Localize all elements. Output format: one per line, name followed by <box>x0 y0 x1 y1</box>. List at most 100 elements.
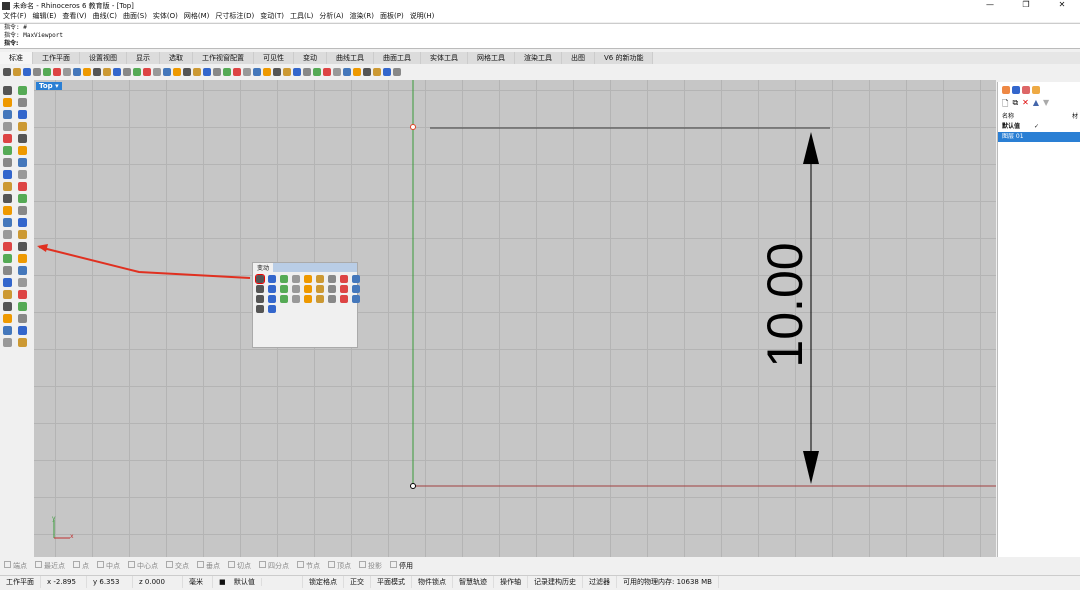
left-tool-icon[interactable] <box>3 158 12 167</box>
left-tool-icon[interactable] <box>3 314 12 323</box>
tab[interactable]: 变动 <box>294 52 327 64</box>
left-tool-icon[interactable] <box>3 254 12 263</box>
close-button[interactable]: ✕ <box>1044 0 1080 9</box>
transform-tool-icon[interactable] <box>268 275 276 283</box>
menu-item[interactable]: 编辑(E) <box>30 11 60 22</box>
osnap-checkbox[interactable]: 端点 <box>4 561 27 571</box>
toolbar-tool-icon[interactable] <box>283 68 291 76</box>
toolbar-tool-icon[interactable] <box>393 68 401 76</box>
tab[interactable]: 网格工具 <box>468 52 515 64</box>
cplane-label[interactable]: 工作平面 <box>0 575 41 588</box>
status-toggle[interactable]: 智慧轨迹 <box>453 575 494 588</box>
left-tool-icon[interactable] <box>3 170 12 179</box>
osnap-checkbox[interactable]: 节点 <box>297 561 320 571</box>
toolbar-tool-icon[interactable] <box>243 68 251 76</box>
menu-item[interactable]: 曲线(C) <box>90 11 120 22</box>
left-tool-icon[interactable] <box>18 206 27 215</box>
toolbar-tool-icon[interactable] <box>143 68 151 76</box>
left-tool-icon[interactable] <box>3 182 12 191</box>
status-toggle[interactable]: 可用的物理内存: 10638 MB <box>617 575 719 588</box>
toolbar-tool-icon[interactable] <box>153 68 161 76</box>
left-tool-icon[interactable] <box>18 326 27 335</box>
transform-tool-icon[interactable] <box>256 285 264 293</box>
left-tool-icon[interactable] <box>3 122 12 131</box>
transform-tool-icon[interactable] <box>304 285 312 293</box>
tab[interactable]: 出图 <box>562 52 595 64</box>
tab[interactable]: 工作平面 <box>33 52 80 64</box>
transform-tool-icon[interactable] <box>328 285 336 293</box>
layer-row-default[interactable]: 默认值 ✓ <box>998 122 1080 132</box>
toolbar-tool-icon[interactable] <box>253 68 261 76</box>
toolbar-tool-icon[interactable] <box>173 68 181 76</box>
menu-item[interactable]: 渲染(R) <box>347 11 377 22</box>
transform-tool-icon[interactable] <box>340 285 348 293</box>
left-tool-icon[interactable] <box>18 98 27 107</box>
left-tool-icon[interactable] <box>3 326 12 335</box>
materials-tab-icon[interactable] <box>1032 86 1040 94</box>
left-tool-icon[interactable] <box>3 98 12 107</box>
left-tool-icon[interactable] <box>18 278 27 287</box>
left-tool-icon[interactable] <box>3 134 12 143</box>
osnap-checkbox[interactable]: 顶点 <box>328 561 351 571</box>
new-layer-icon[interactable]: 🗋 <box>1002 98 1008 112</box>
transform-tool-icon[interactable] <box>352 295 360 303</box>
copy-layer-icon[interactable]: ⧉ <box>1012 98 1018 112</box>
toolbar-tool-icon[interactable] <box>273 68 281 76</box>
status-toggle[interactable]: 锁定格点 <box>303 575 344 588</box>
tab[interactable]: 可见性 <box>254 52 294 64</box>
toolbar-tool-icon[interactable] <box>33 68 41 76</box>
transform-tool-icon[interactable] <box>352 285 360 293</box>
toolbar-tool-icon[interactable] <box>363 68 371 76</box>
menu-item[interactable]: 实体(O) <box>150 11 181 22</box>
left-tool-icon[interactable] <box>18 302 27 311</box>
osnap-checkbox[interactable]: 点 <box>73 561 89 571</box>
render-tab-icon[interactable] <box>1022 86 1030 94</box>
toolbar-tool-icon[interactable] <box>193 68 201 76</box>
left-tool-icon[interactable] <box>18 218 27 227</box>
toolbar-tool-icon[interactable] <box>333 68 341 76</box>
left-tool-icon[interactable] <box>18 86 27 95</box>
left-tool-icon[interactable] <box>3 302 12 311</box>
toolbar-tool-icon[interactable] <box>263 68 271 76</box>
transform-tool-icon[interactable] <box>292 285 300 293</box>
transform-tool-icon[interactable] <box>316 275 324 283</box>
left-tool-icon[interactable] <box>3 110 12 119</box>
toolbar-tool-icon[interactable] <box>203 68 211 76</box>
left-tool-icon[interactable] <box>3 86 12 95</box>
status-toggle[interactable]: 物件锁点 <box>412 575 453 588</box>
transform-tool-icon[interactable] <box>316 285 324 293</box>
toolbar-tool-icon[interactable] <box>303 68 311 76</box>
units[interactable]: 毫米 <box>183 575 213 588</box>
toolbar-tool-icon[interactable] <box>93 68 101 76</box>
status-toggle[interactable]: 正交 <box>344 575 371 588</box>
menu-item[interactable]: 查看(V) <box>59 11 89 22</box>
move-down-icon[interactable]: ▼ <box>1043 98 1049 112</box>
left-tool-icon[interactable] <box>18 314 27 323</box>
move-up-icon[interactable]: ▲ <box>1033 98 1039 112</box>
transform-tool-icon[interactable] <box>292 275 300 283</box>
toolbar-tool-icon[interactable] <box>323 68 331 76</box>
osnap-checkbox[interactable]: 中点 <box>97 561 120 571</box>
transform-tool-icon[interactable] <box>340 275 348 283</box>
current-layer[interactable]: ■ 默认值 <box>213 575 303 588</box>
transform-floating-panel[interactable]: 变动 <box>252 262 360 348</box>
left-tool-icon[interactable] <box>18 290 27 299</box>
toolbar-tool-icon[interactable] <box>213 68 221 76</box>
transform-tool-icon[interactable] <box>268 295 276 303</box>
left-tool-icon[interactable] <box>18 134 27 143</box>
toolbar-tool-icon[interactable] <box>343 68 351 76</box>
transform-tool-icon[interactable] <box>280 295 288 303</box>
transform-tool-icon[interactable] <box>352 275 360 283</box>
osnap-disable-checkbox[interactable]: 停用 <box>390 561 413 571</box>
command-area[interactable]: 指令: # 指令: MaxViewport 指令: <box>0 23 1080 49</box>
transform-tool-icon[interactable] <box>268 285 276 293</box>
transform-tool-icon[interactable] <box>292 295 300 303</box>
toolbar-tool-icon[interactable] <box>83 68 91 76</box>
tab[interactable]: 选取 <box>160 52 193 64</box>
status-toggle[interactable]: 过滤器 <box>583 575 617 588</box>
left-tool-icon[interactable] <box>18 182 27 191</box>
left-tool-icon[interactable] <box>3 290 12 299</box>
osnap-checkbox[interactable]: 切点 <box>228 561 251 571</box>
left-tool-icon[interactable] <box>18 242 27 251</box>
menu-item[interactable]: 工具(L) <box>287 11 316 22</box>
